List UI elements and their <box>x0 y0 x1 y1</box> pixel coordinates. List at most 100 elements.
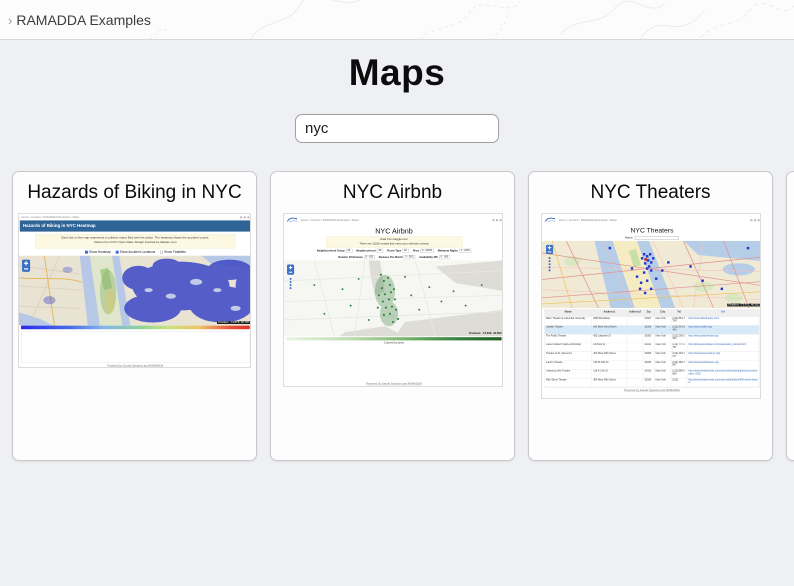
table-row: The Public Theater 425 Lafayette St 1000… <box>544 334 758 343</box>
thumb-empty-space <box>284 347 503 381</box>
thumb-page-title: NYC Airbnb <box>284 226 503 236</box>
cell-tel: (212) 382-7847 <box>671 361 687 369</box>
thumb-footer: Powered by Geode Systems and RAMADDA <box>284 381 503 385</box>
table-row: Gene Frankel Theatre Workshop 24 Bond St… <box>544 343 758 352</box>
cell-city: New York <box>654 361 671 369</box>
filter-value: All <box>402 249 408 253</box>
cell-city: New York <box>654 334 671 342</box>
search-input[interactable] <box>295 114 499 143</box>
cell-city: New York <box>654 317 671 325</box>
filter-chip: Number Of Reviews 0 - 629 <box>338 255 374 259</box>
table-body: Miller Theatre at Columbia University 29… <box>544 317 758 387</box>
cell-tel: (212) <box>671 378 687 386</box>
card-title[interactable]: NYC Theaters <box>529 182 772 204</box>
name-filter-input <box>634 236 678 240</box>
thumb-breadcrumb: Home / Content / RAMADDA Examples / Maps <box>21 216 79 219</box>
filter-label: Minimum Nights <box>437 249 457 252</box>
table-header-row: Name Address1 Address2 Zip City Tel Url <box>544 310 758 317</box>
checkbox-label: Show Accident Locations <box>120 250 156 254</box>
heatmap-legend-gradient <box>21 326 250 330</box>
card-thumbnail: Home / Content / RAMADDA Examples / Maps… <box>283 213 503 387</box>
card-hazards-of-biking-in-nyc[interactable]: Hazards of Biking in NYC Home / Content … <box>12 171 257 461</box>
thumb-page-title: NYC Theaters <box>542 226 761 235</box>
cell-tel: (212) 246-7277 <box>671 352 687 360</box>
filter-value: All <box>345 249 351 253</box>
col-header: Tel <box>671 310 687 316</box>
filter-label: Room Type <box>387 249 401 252</box>
cell-zip: 10036 <box>643 378 654 386</box>
cell-city: New York <box>654 343 671 351</box>
checkbox-icon <box>116 251 119 254</box>
thumb-theaters-table: Name Address1 Address2 Zip City Tel Url … <box>544 310 759 388</box>
info-line: There are 11016 rentals that meet your s… <box>326 242 462 246</box>
nyc-airbnb-map-art <box>284 260 503 336</box>
filter-value: 0 - 629 <box>364 255 375 259</box>
cell-url: http://www.genefrankel.com/presentation_… <box>687 343 759 351</box>
thumb-breadcrumb: Home / Content / RAMADDA Examples / Maps <box>300 219 358 222</box>
card-title[interactable]: Hazards of Biking in NYC <box>13 182 256 204</box>
cell-address2 <box>627 326 643 334</box>
chevron-right-icon[interactable]: › <box>8 13 12 28</box>
filter-label: Neighbourhood Group <box>316 249 344 252</box>
cell-zip: 10036 <box>643 352 654 360</box>
thumb-checkbox: Show Fatalities <box>160 250 186 254</box>
filter-chip: Room Type All <box>387 249 409 253</box>
table-row: Castillo Theater 543 West 42nd Street 10… <box>544 326 758 335</box>
thumb-map-theaters: Position: -73.971, 40.912 <box>542 241 761 308</box>
filter-chip: Neighbourhood All <box>356 249 383 253</box>
cell-address2 <box>627 334 643 342</box>
cell-city: New York <box>654 326 671 334</box>
card-nyc-airbnb[interactable]: NYC Airbnb Home / Content / RAMADDA Exam… <box>270 171 515 461</box>
cell-address1: 24 Bond St <box>592 343 627 351</box>
card-title[interactable]: NYC Airbnb <box>271 182 514 204</box>
table-row: 45th Street Theatre 354 West 45th Street… <box>544 378 758 387</box>
breadcrumb-link[interactable]: RAMADDA Examples <box>16 12 151 28</box>
breadcrumb: › RAMADDA Examples <box>8 0 151 40</box>
thumb-info-box: Data from kaggle.com There are 11016 ren… <box>325 236 461 247</box>
thumb-footer: Powered by Geode Systems and RAMADDA <box>19 363 251 367</box>
cell-name: Miller Theatre at Columbia University <box>544 317 591 325</box>
table-row: Gramercy Arts Theatre 138 E 27th St 1001… <box>544 370 758 379</box>
cell-url: http://www.lambstheatre.org/ <box>687 361 759 369</box>
card-nyc-theaters[interactable]: NYC Theaters Home / Content / RAMADDA Ex… <box>528 171 773 461</box>
cell-address2 <box>627 352 643 360</box>
card-thumbnail: Home / Content / RAMADDA Examples / Maps… <box>18 213 251 368</box>
col-header: Name <box>544 310 591 316</box>
cell-address1: 138 E 27th St <box>592 370 627 378</box>
cell-address1: 425 Lafayette St <box>592 334 627 342</box>
thumb-header-bar: Hazards of Biking in NYC Heatmap <box>20 220 251 231</box>
cell-address1: 543 West 42nd Street <box>592 326 627 334</box>
col-header: Url <box>687 310 759 316</box>
thumb-top-bar: Home / Content / RAMADDA Examples / Maps <box>542 214 761 226</box>
cell-address2 <box>627 370 643 378</box>
cell-address2 <box>627 361 643 369</box>
col-header: Zip <box>643 310 654 316</box>
thumb-window-icons <box>492 219 501 221</box>
card-partial[interactable] <box>786 171 794 461</box>
thumb-checkbox: Show Accident Locations <box>116 250 156 254</box>
checkbox-icon <box>85 251 88 254</box>
checkbox-label: Show Fatalities <box>164 250 186 254</box>
card-thumbnail: Home / Content / RAMADDA Examples / Maps… <box>541 213 761 399</box>
cell-address1: 423 West 46th Street <box>592 352 627 360</box>
cell-address2 <box>627 317 643 325</box>
checkbox-icon <box>160 251 163 254</box>
cell-address1: 354 West 45th Street <box>592 378 627 386</box>
table-row: Miller Theatre at Columbia University 29… <box>544 317 758 326</box>
cards-row: Hazards of Biking in NYC Home / Content … <box>0 171 794 461</box>
name-filter-label: Name: <box>625 236 633 239</box>
cell-city: New York <box>654 352 671 360</box>
cell-url: http://www.millertheatre.com/ <box>687 317 759 325</box>
filter-chip: Neighbourhood Group All <box>316 249 351 253</box>
filter-chip: Price 0 - 10000 <box>412 249 433 253</box>
thumb-breadcrumb: Home / Content / RAMADDA Examples / Maps <box>558 219 616 222</box>
thumb-map-heatmap: Position: -73.876, 40.787 <box>19 256 251 326</box>
table-row: Theatre at St. Clement's 423 West 46th S… <box>544 352 758 361</box>
map-position-label: Position: -73.876, 40.787 <box>217 321 251 324</box>
cell-tel: (212) 889-2850 <box>671 370 687 378</box>
cell-name: Theatre at St. Clement's <box>544 352 591 360</box>
cell-tel: (212) 777-1767 <box>671 343 687 351</box>
thumb-empty-panel <box>21 332 249 363</box>
cell-url: http://www.theatermania.com/new-york/the… <box>687 378 759 386</box>
cell-tel: (212) 854-7799 <box>671 317 687 325</box>
